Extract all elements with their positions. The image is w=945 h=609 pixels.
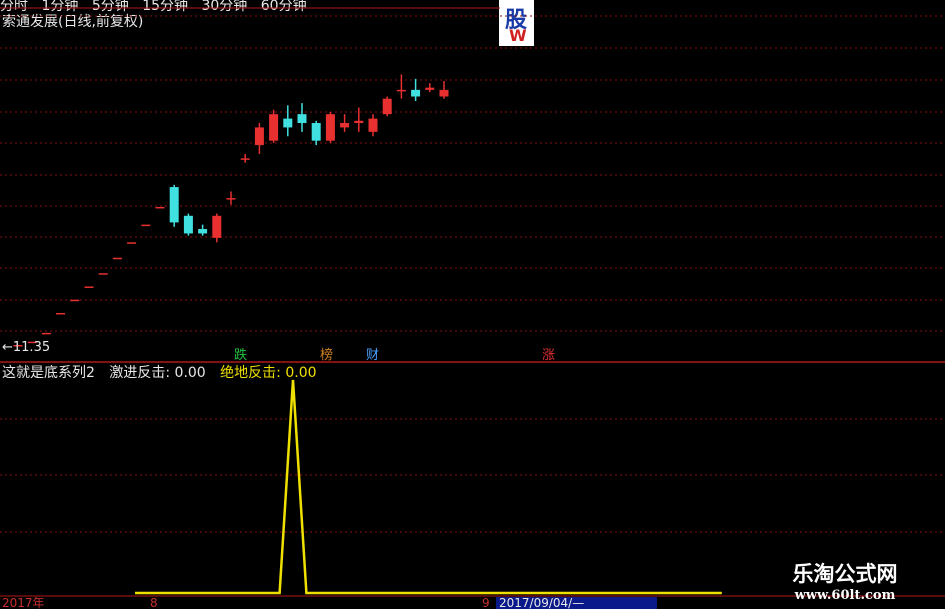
candle-body: [297, 114, 307, 124]
candle-body: [354, 120, 364, 124]
axis-year-label: 2017年: [2, 596, 45, 609]
candle-body: [254, 127, 264, 146]
candle-body: [198, 229, 208, 234]
indicator-series-line: [135, 379, 722, 595]
tag-fall[interactable]: 跌: [232, 349, 249, 363]
candle-body: [311, 123, 321, 141]
candle-body: [439, 89, 449, 97]
candle-body: [169, 187, 179, 223]
tag-rise[interactable]: 涨: [540, 349, 557, 363]
watermark: 乐淘公式网 www.60lt.com: [775, 558, 915, 603]
axis-month-8: 8: [150, 596, 158, 609]
stock-chart-window: 分时 1分钟 5分钟 15分钟 30分钟 60分钟 索通发展(日线,前复权) 股…: [0, 0, 945, 609]
candle-body: [70, 299, 80, 302]
candle-body: [127, 242, 137, 244]
axis-month-9: 9: [482, 596, 490, 609]
low-price-label: ←11.35: [2, 340, 51, 355]
candle-body: [340, 123, 350, 128]
candle-body: [411, 89, 421, 97]
indicator-header: 这就是底系列2 激进反击: 0.00 绝地反击: 0.00: [2, 362, 317, 382]
chart-canvas[interactable]: [0, 0, 945, 609]
candle-body: [240, 158, 250, 160]
candle-body: [84, 286, 94, 288]
candle-body: [98, 273, 108, 275]
candle-body: [269, 114, 279, 141]
candle-body: [368, 118, 378, 132]
candle-body: [112, 257, 122, 260]
current-date-box: 2017/09/04/—: [496, 597, 657, 609]
candle-body: [41, 332, 51, 335]
watermark-title: 乐淘公式网: [792, 561, 898, 586]
candle-body: [183, 215, 193, 234]
indicator-value-desperate: 绝地反击: 0.00: [220, 365, 317, 381]
tag-rank[interactable]: 榜: [318, 349, 335, 363]
candle-body: [425, 87, 435, 90]
candle-body: [396, 89, 406, 92]
candle-body: [226, 198, 236, 200]
candle-body: [56, 312, 66, 315]
candle-body: [141, 224, 151, 227]
candle-body: [325, 114, 335, 141]
indicator-name[interactable]: 这就是底系列2: [2, 365, 95, 381]
candle-body: [155, 206, 165, 209]
indicator-value-aggressive: 激进反击: 0.00: [109, 365, 206, 381]
candle-body: [382, 98, 392, 115]
candle-body: [283, 118, 293, 128]
candle-body: [212, 215, 222, 238]
tag-finance[interactable]: 财: [364, 349, 381, 363]
watermark-url: www.60lt.com: [794, 588, 896, 603]
